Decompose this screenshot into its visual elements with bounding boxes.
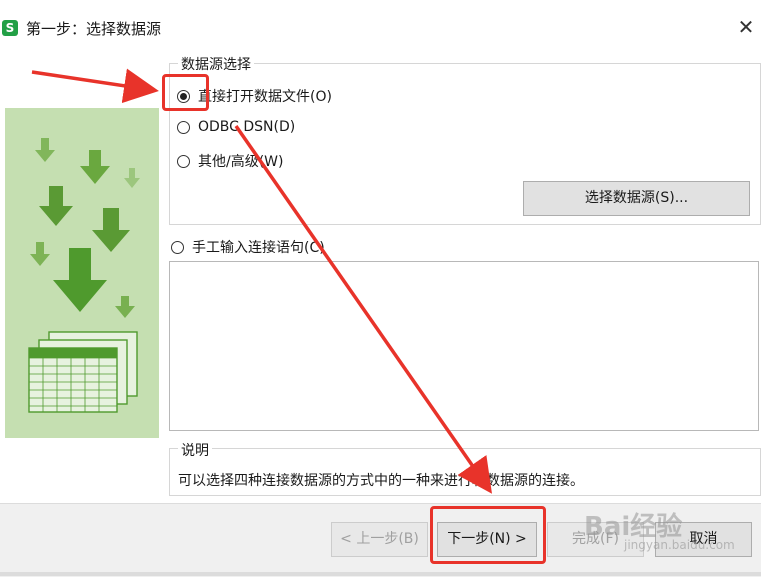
connection-string-textarea[interactable]: [169, 261, 759, 431]
radio-label-other: 其他/高级(W): [198, 154, 284, 170]
radio-button[interactable]: [171, 240, 184, 254]
radio-manual-connection[interactable]: 手工输入连接语句(C): [171, 237, 325, 257]
radio-odbc-dsn[interactable]: ODBC DSN(D): [177, 119, 295, 135]
app-logo-icon: S: [2, 20, 18, 36]
prev-step-button[interactable]: < 上一步(B): [331, 522, 428, 557]
footer-divider: [0, 572, 761, 576]
description-text: 可以选择四种连接数据源的方式中的一种来进行和数据源的连接。: [178, 473, 584, 489]
radio-button[interactable]: [177, 120, 190, 134]
radio-label-open-file: 直接打开数据文件(O): [198, 89, 332, 105]
annotation-arrow-to-radio: [31, 68, 159, 104]
radio-button[interactable]: [177, 154, 190, 168]
annotation-box-radio: [162, 74, 209, 111]
radio-other-advanced[interactable]: 其他/高级(W): [177, 151, 283, 171]
title-bar: S 第一步：选择数据源 ✕: [0, 0, 761, 56]
select-data-source-button[interactable]: 选择数据源(S)...: [523, 181, 750, 216]
data-source-group-legend: 数据源选择: [178, 54, 254, 74]
wizard-illustration: [5, 108, 159, 438]
radio-label-manual: 手工输入连接语句(C): [192, 240, 325, 256]
description-legend: 说明: [178, 440, 212, 460]
annotation-box-next: [430, 506, 546, 564]
window-title: 第一步：选择数据源: [26, 20, 162, 38]
radio-label-odbc: ODBC DSN(D): [198, 119, 296, 135]
spreadsheet-illustration: [28, 331, 138, 413]
close-icon[interactable]: ✕: [735, 16, 757, 38]
baidu-watermark-url: jingyan.baidu.com: [624, 538, 735, 552]
